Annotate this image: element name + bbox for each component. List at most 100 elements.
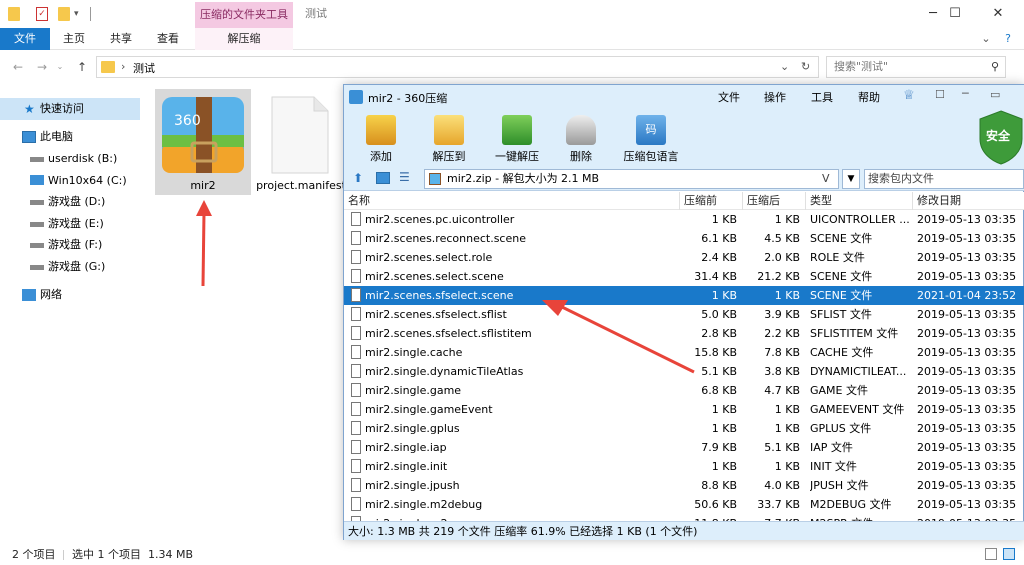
cell-date: 2019-05-13 03:35: [917, 251, 1017, 264]
cell-type: IAP 文件: [810, 441, 853, 454]
file-icon: [351, 307, 361, 321]
path-dropdown-icon[interactable]: V: [822, 170, 830, 188]
refresh-icon[interactable]: ↻: [801, 60, 810, 73]
tab-share[interactable]: 共享: [101, 28, 141, 50]
nav-label: 快速访问: [40, 102, 84, 115]
nav-quick-access[interactable]: ★ 快速访问: [0, 98, 140, 120]
tab-extract[interactable]: 解压缩: [195, 28, 293, 50]
nav-drive-c[interactable]: Win10x64 (C:): [0, 170, 140, 192]
search-placeholder: 搜索"测试": [834, 60, 889, 73]
column-size-before[interactable]: 压缩前: [680, 192, 743, 210]
address-bar[interactable]: › 测试 ⌄ ↻: [96, 56, 819, 78]
menu-help[interactable]: 帮助: [858, 89, 880, 105]
zip-path-input[interactable]: mir2.zip - 解包大小为 2.1 MB V: [424, 169, 839, 189]
file-icon: [351, 288, 361, 302]
zip-path-row: ⬆ ☰ mir2.zip - 解包大小为 2.1 MB V ▼ 搜索包内文件: [344, 167, 1024, 191]
nav-drive-f[interactable]: 游戏盘 (F:): [0, 234, 140, 256]
file-item-mir2[interactable]: 360 mir2: [155, 89, 251, 195]
menu-file[interactable]: 文件: [718, 89, 740, 105]
column-size-after[interactable]: 压缩后: [743, 192, 806, 210]
cell-after: 5.1 KB: [764, 441, 800, 454]
back-arrow-icon[interactable]: ←: [10, 59, 26, 75]
nav-drive-e[interactable]: 游戏盘 (E:): [0, 213, 140, 235]
column-name[interactable]: 名称: [344, 192, 680, 210]
cell-type: M2DEBUG 文件: [810, 498, 892, 511]
skin-icon[interactable]: ♕: [903, 88, 915, 103]
details-view-icon[interactable]: [985, 548, 997, 560]
table-row[interactable]: mir2.single.iap 7.9 KB 5.1 KB IAP 文件 2019-05…: [344, 438, 1024, 457]
forward-arrow-icon[interactable]: →: [34, 59, 50, 75]
table-row[interactable]: mir2.single.m2spr 11.8 KB 7.7 KB M2SPR 文件 20…: [344, 514, 1024, 521]
one-click-extract-button[interactable]: 一键解压: [492, 111, 542, 167]
svg-text:360: 360: [174, 113, 201, 129]
quick-access-dropdown-icon[interactable]: ▾: [74, 7, 86, 21]
table-row[interactable]: mir2.single.gplus 1 KB 1 KB GPLUS 文件 2019-05…: [344, 419, 1024, 438]
ribbon-expand-icon[interactable]: ⌄: [978, 28, 994, 50]
table-row[interactable]: mir2.scenes.select.scene 31.4 KB 21.2 KB SC…: [344, 267, 1024, 286]
table-row[interactable]: mir2.scenes.select.role 2.4 KB 2.0 KB ROLE …: [344, 248, 1024, 267]
nav-drive-g[interactable]: 游戏盘 (G:): [0, 256, 140, 278]
delete-button[interactable]: 删除: [566, 111, 596, 167]
table-row[interactable]: mir2.single.m2debug 50.6 KB 33.7 KB M2DEBUG…: [344, 495, 1024, 514]
close-button[interactable]: ✕: [975, 0, 1021, 28]
cell-type: SCENE 文件: [810, 232, 873, 245]
add-button[interactable]: 添加: [364, 111, 398, 167]
up-arrow-icon[interactable]: ↑: [74, 59, 90, 75]
cell-type: ROLE 文件: [810, 251, 865, 264]
tab-home[interactable]: 主页: [54, 28, 94, 50]
help-icon[interactable]: ?: [1000, 28, 1016, 50]
tab-file[interactable]: 文件: [0, 28, 50, 50]
menu-tools[interactable]: 工具: [811, 89, 833, 105]
search-icon[interactable]: ⚲: [991, 57, 999, 77]
view-list-icon[interactable]: ☰: [399, 170, 410, 184]
feedback-icon[interactable]: ☐: [935, 88, 945, 101]
zip-maximize-icon[interactable]: ▭: [990, 88, 1000, 101]
file-icon: [351, 269, 361, 283]
breadcrumb-current[interactable]: 测试: [133, 60, 155, 76]
column-type[interactable]: 类型: [806, 192, 913, 210]
nav-this-pc[interactable]: 此电脑: [0, 126, 140, 148]
file-name: mir2: [190, 179, 216, 192]
zip-search-input[interactable]: 搜索包内文件: [864, 169, 1024, 189]
file-name: project.manifest: [256, 179, 346, 192]
menu-operation[interactable]: 操作: [764, 89, 786, 105]
nav-drive-d[interactable]: 游戏盘 (D:): [0, 191, 140, 213]
drive-icon: [30, 157, 44, 162]
properties-icon[interactable]: ✓: [36, 7, 48, 21]
zip-up-icon[interactable]: ⬆: [353, 171, 363, 185]
cell-type: UICONTROLLER ...: [810, 213, 910, 226]
maximize-button[interactable]: ☐: [932, 0, 978, 28]
recent-dropdown-icon[interactable]: ⌄: [52, 59, 68, 75]
extract-to-button[interactable]: 解压到: [429, 111, 469, 167]
table-row[interactable]: mir2.scenes.reconnect.scene 6.1 KB 4.5 KB S…: [344, 229, 1024, 248]
table-row[interactable]: mir2.single.game 6.8 KB 4.7 KB GAME 文件 2019-…: [344, 381, 1024, 400]
large-icons-view-icon[interactable]: [1003, 548, 1015, 560]
cell-after: 7.7 KB: [743, 514, 800, 521]
nav-network[interactable]: 网络: [0, 284, 140, 306]
file-item-project-manifest[interactable]: project.manifest: [256, 89, 346, 195]
explorer-title-bar: ✓ ▾: [0, 0, 1024, 28]
new-folder-icon[interactable]: [58, 7, 70, 21]
cell-before: 2.4 KB: [701, 251, 737, 264]
search-input[interactable]: 搜索"测试" ⚲: [826, 56, 1006, 78]
nav-label: 网络: [40, 288, 62, 301]
cell-type: M2SPR 文件: [810, 514, 913, 521]
tab-view[interactable]: 查看: [148, 28, 188, 50]
cell-name: mir2.single.m2debug: [365, 498, 483, 511]
cell-date: 2019-05-13 03:35: [917, 403, 1017, 416]
table-row[interactable]: mir2.single.init 1 KB 1 KB INIT 文件 2019-05-1…: [344, 457, 1024, 476]
zip-minimize-icon[interactable]: ─: [962, 87, 969, 100]
view-thumbnail-icon[interactable]: [376, 172, 390, 184]
cell-name: mir2.single.gameEvent: [365, 403, 493, 416]
archive-language-button[interactable]: 码 压缩包语言: [622, 111, 680, 167]
file-icon: [351, 421, 361, 435]
history-dropdown-icon[interactable]: ▼: [842, 169, 860, 189]
table-row[interactable]: mir2.single.jpush 8.8 KB 4.0 KB JPUSH 文件 201…: [344, 476, 1024, 495]
column-modified[interactable]: 修改日期: [913, 192, 1024, 210]
table-row[interactable]: mir2.scenes.pc.uicontroller 1 KB 1 KB UICON…: [344, 210, 1024, 229]
nav-drive-b[interactable]: userdisk (B:): [0, 148, 140, 170]
cell-type: CACHE 文件: [810, 346, 874, 359]
nav-label: 游戏盘 (E:): [48, 217, 104, 230]
table-row[interactable]: mir2.single.gameEvent 1 KB 1 KB GAMEEVENT 文…: [344, 400, 1024, 419]
address-dropdown-icon[interactable]: ⌄: [780, 60, 789, 73]
